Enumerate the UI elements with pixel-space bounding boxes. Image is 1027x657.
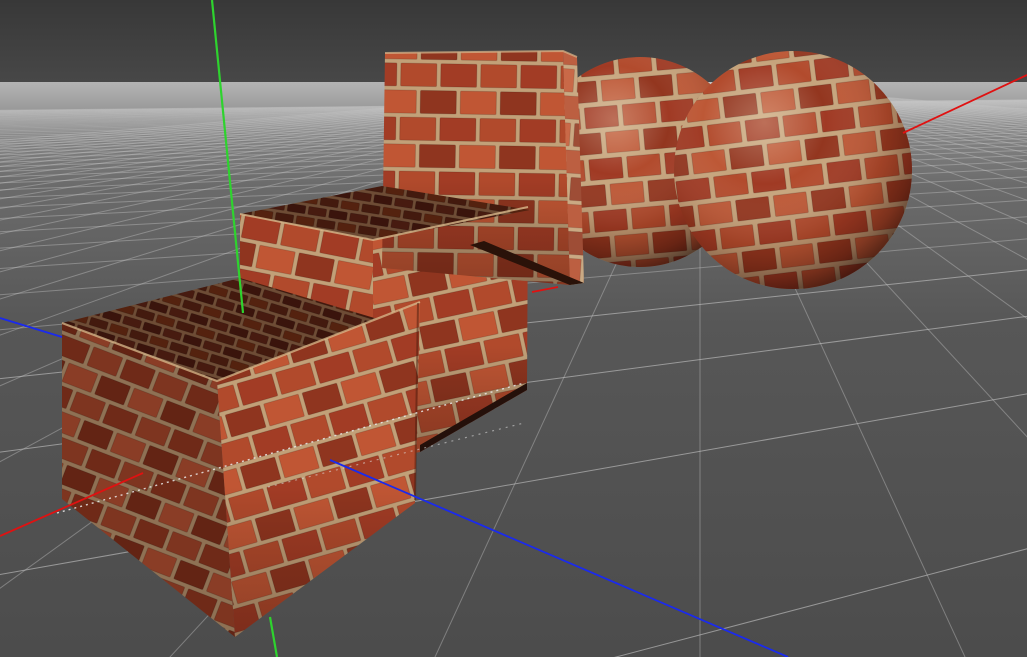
viewport-3d[interactable] — [0, 0, 1027, 657]
brick-sphere-front[interactable] — [674, 51, 912, 289]
viewport-3d-canvas[interactable] — [0, 0, 1027, 657]
brick-cube-floating[interactable] — [382, 51, 584, 285]
